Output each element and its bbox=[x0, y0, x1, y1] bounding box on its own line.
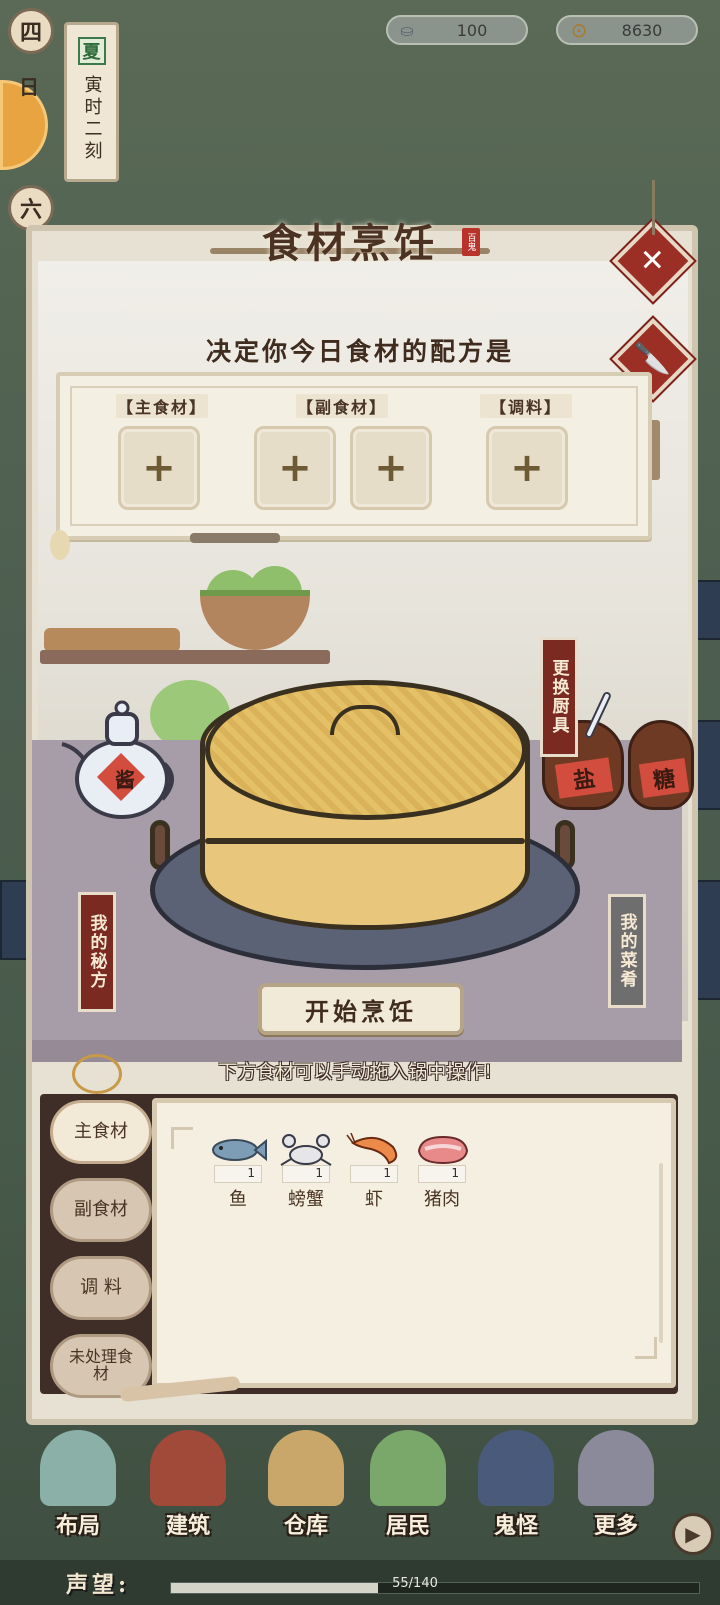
resident-icon bbox=[370, 1430, 446, 1506]
season-badge: 夏 bbox=[77, 37, 106, 65]
inventory-item[interactable]: 1 鱼 bbox=[203, 1133, 273, 1211]
sugar-label: 糖 bbox=[638, 757, 690, 799]
item-name: 鱼 bbox=[229, 1189, 247, 1210]
nav-residents[interactable]: 居民 bbox=[360, 1420, 456, 1540]
wooden-shelf bbox=[40, 650, 330, 664]
close-icon: ✕ bbox=[640, 243, 666, 279]
map-building bbox=[0, 880, 28, 960]
shrimp-icon bbox=[346, 1133, 398, 1165]
nav-ghosts[interactable]: 鬼怪 bbox=[468, 1420, 564, 1540]
add-icon: + bbox=[142, 445, 176, 491]
bottom-nav: 布局 建筑 仓库 居民 鬼怪 更多 bbox=[0, 1420, 720, 1560]
cutting-board bbox=[44, 628, 180, 652]
wall-shelf-bracket bbox=[190, 533, 280, 543]
inventory-item[interactable]: 1 猪肉 bbox=[407, 1133, 477, 1211]
tab-main-ingredients[interactable]: 主食材 bbox=[50, 1100, 152, 1164]
seal-stamp: 百鬼 bbox=[462, 228, 480, 256]
garlic-icon bbox=[50, 530, 70, 560]
main-ingredient-label: 【主食材】 bbox=[116, 394, 208, 418]
warehouse-icon bbox=[268, 1430, 344, 1506]
pork-icon bbox=[417, 1135, 469, 1165]
corner-ornament bbox=[171, 1127, 193, 1149]
nav-label: 建筑 bbox=[165, 1513, 210, 1539]
crab-icon bbox=[280, 1134, 332, 1166]
scrollbar[interactable] bbox=[659, 1163, 663, 1343]
inventory-item[interactable]: 1 虾 bbox=[339, 1133, 409, 1211]
fish-icon bbox=[212, 1138, 267, 1162]
seasoning-slot[interactable]: + bbox=[486, 426, 568, 510]
item-count: 1 bbox=[214, 1165, 262, 1183]
sauce-teapot bbox=[61, 700, 174, 819]
sugar-jar[interactable]: 糖 bbox=[628, 720, 694, 810]
nav-layout[interactable]: 布局 bbox=[30, 1420, 126, 1540]
nav-buildings[interactable]: 建筑 bbox=[140, 1420, 236, 1540]
play-icon: ▶ bbox=[685, 1522, 701, 1546]
silver-ingot-icon: ⛀ bbox=[400, 20, 414, 40]
time-text: 寅时二刻 bbox=[81, 75, 103, 163]
steamer-lid bbox=[205, 680, 527, 820]
nav-warehouse[interactable]: 仓库 bbox=[258, 1420, 354, 1540]
panel-title-text: 食材烹饪 bbox=[262, 220, 438, 267]
more-icon bbox=[578, 1430, 654, 1506]
hanging-cord bbox=[652, 180, 655, 235]
item-name: 虾 bbox=[365, 1189, 383, 1210]
add-icon: + bbox=[278, 445, 312, 491]
nav-label: 鬼怪 bbox=[493, 1513, 538, 1539]
nav-label: 布局 bbox=[55, 1513, 100, 1539]
nav-label: 居民 bbox=[385, 1513, 430, 1539]
salt-label: 盐 bbox=[554, 757, 614, 799]
my-recipes-button[interactable]: 我的秘方 bbox=[78, 892, 116, 1012]
drag-hint: 下方食材可以手动拖入锅中操作! bbox=[218, 1061, 492, 1083]
side-ingredient-label: 【副食材】 bbox=[296, 394, 388, 418]
nav-more[interactable]: 更多 bbox=[568, 1420, 664, 1540]
recipe-question: 决定你今日食材的配方是 bbox=[205, 337, 514, 366]
time-tag[interactable]: 夏 寅时二刻 bbox=[64, 22, 119, 182]
layout-icon bbox=[40, 1430, 116, 1506]
teapot-label: 酱 bbox=[115, 768, 135, 792]
item-count: 1 bbox=[282, 1165, 330, 1183]
nav-label: 更多 bbox=[593, 1513, 638, 1539]
my-dishes-button[interactable]: 我的菜肴 bbox=[608, 894, 646, 1008]
steamer-band bbox=[205, 838, 525, 844]
inventory-panel: 1 鱼 1 螃蟹 1 虾 1 猪肉 bbox=[152, 1098, 676, 1388]
panel-title: 食材烹饪 bbox=[200, 210, 500, 270]
side-ingredient-slot-2[interactable]: + bbox=[350, 426, 432, 510]
nav-next-button[interactable]: ▶ bbox=[672, 1513, 714, 1555]
add-icon: + bbox=[374, 445, 408, 491]
coin-value: 8630 bbox=[621, 20, 663, 40]
corner-ornament bbox=[635, 1337, 657, 1359]
reputation-label: 声望: bbox=[66, 1572, 131, 1598]
building-icon bbox=[150, 1430, 226, 1506]
nav-label: 仓库 bbox=[283, 1513, 328, 1539]
day-badge: 日 bbox=[19, 74, 39, 99]
day-badge[interactable]: 四 bbox=[8, 8, 54, 54]
knot-ornament bbox=[72, 1054, 122, 1094]
tab-seasonings[interactable]: 调 料 bbox=[50, 1256, 152, 1320]
silver-value: 100 bbox=[456, 20, 488, 40]
tab-side-ingredients[interactable]: 副食材 bbox=[50, 1178, 152, 1242]
add-icon: + bbox=[510, 445, 544, 491]
ghost-icon bbox=[478, 1430, 554, 1506]
change-tools-button[interactable]: 更换厨具 bbox=[540, 637, 578, 757]
item-count: 1 bbox=[418, 1165, 466, 1183]
item-count: 1 bbox=[350, 1165, 398, 1183]
side-ingredient-slot-1[interactable]: + bbox=[254, 426, 336, 510]
inventory-item[interactable]: 1 螃蟹 bbox=[271, 1133, 341, 1211]
recipe-bar: 【主食材】 + 【副食材】 + + 【调料】 + bbox=[56, 372, 652, 540]
coin-icon: ⊙ bbox=[570, 18, 588, 42]
seasoning-label: 【调料】 bbox=[480, 394, 572, 418]
main-ingredient-slot[interactable]: + bbox=[118, 426, 200, 510]
item-name: 猪肉 bbox=[424, 1189, 460, 1210]
reputation-text: 55/140 bbox=[392, 1576, 438, 1591]
item-name: 螃蟹 bbox=[288, 1189, 324, 1210]
start-cooking-button[interactable]: 开始烹饪 bbox=[258, 983, 464, 1035]
